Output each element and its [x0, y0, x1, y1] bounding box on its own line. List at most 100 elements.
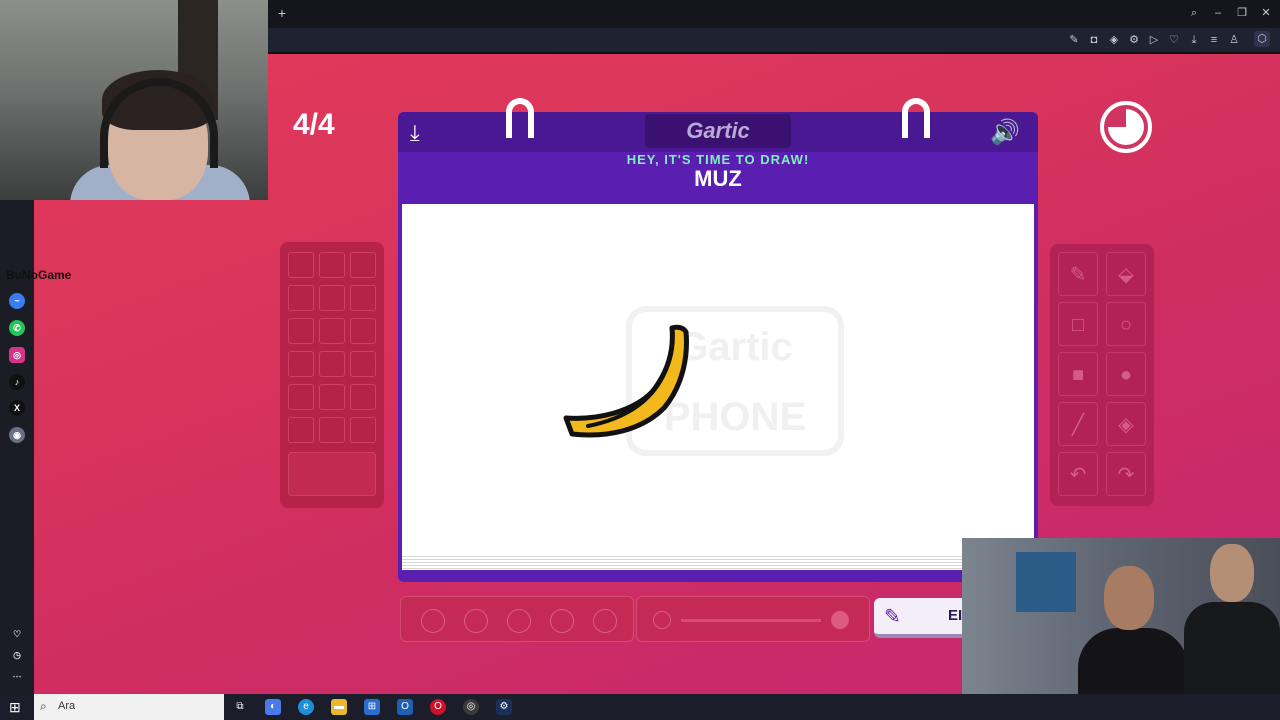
search-icon[interactable]: ⌕ [1186, 5, 1202, 21]
paper-edge [402, 554, 1034, 570]
color-swatch[interactable] [288, 252, 314, 278]
secondary-video-feed [962, 538, 1280, 720]
outlook-icon[interactable]: O [397, 699, 413, 715]
color-swatch[interactable] [319, 285, 345, 311]
camera-icon[interactable]: ◘ [1086, 32, 1102, 48]
prompt-header: Gartic HEY, IT'S TIME TO DRAW! MUZ [398, 112, 1038, 200]
task-view-icon[interactable]: ⧉ [232, 699, 248, 715]
download-icon[interactable]: ⤓ [410, 120, 420, 146]
settings-icon[interactable]: ⬡ [1254, 31, 1270, 47]
rect-outline-icon[interactable]: □ [1058, 302, 1098, 346]
video-person-head [1210, 544, 1254, 602]
brush-size-5[interactable] [593, 609, 617, 633]
taskbar-search[interactable]: ⌕ Ara [34, 694, 224, 720]
heart-icon[interactable]: ♡ [1166, 32, 1182, 48]
tiktok-icon[interactable]: ♪ [9, 374, 25, 390]
opera-gx-icon[interactable]: O [430, 699, 446, 715]
windows-start-icon[interactable]: ⊞ [9, 699, 25, 715]
whatsapp-icon[interactable]: ✆ [9, 320, 25, 336]
color-swatch[interactable] [288, 318, 314, 344]
color-swatch[interactable] [319, 351, 345, 377]
menu-icon[interactable]: ≡ [1206, 32, 1222, 48]
color-swatch[interactable] [350, 318, 376, 344]
color-swatch[interactable] [288, 351, 314, 377]
color-swatch[interactable] [350, 384, 376, 410]
brush-size-4[interactable] [550, 609, 574, 633]
edge-icon[interactable]: e [298, 699, 314, 715]
color-swatch[interactable] [288, 384, 314, 410]
opacity-min-icon [653, 611, 671, 629]
gartic-logo: Gartic [645, 114, 791, 148]
heart-icon[interactable]: ♡ [9, 626, 25, 642]
browser-address-bar: ✎ ◘ ◈ ⚙ ▷ ♡ ⤓ ≡ ♙ ⬡ [268, 28, 1280, 54]
opacity-track[interactable] [681, 619, 821, 622]
player-icon[interactable]: ◉ [9, 427, 25, 443]
color-swatch[interactable] [319, 417, 345, 443]
copilot-icon[interactable]: ◐ [265, 699, 281, 715]
color-swatch[interactable] [350, 417, 376, 443]
more-icon[interactable]: ⋯ [9, 668, 25, 684]
video-person-head [1104, 566, 1154, 630]
shield-icon[interactable]: ◈ [1106, 32, 1122, 48]
store-icon[interactable]: ⊞ [364, 699, 380, 715]
banana-shape [563, 324, 689, 438]
binder-ring-left [506, 98, 534, 138]
play-icon[interactable]: ▷ [1146, 32, 1162, 48]
download-icon[interactable]: ⤓ [1186, 32, 1202, 48]
extension-icon[interactable]: ⚙ [1126, 32, 1142, 48]
channel-label: BuNoGame [6, 268, 72, 282]
messenger-icon[interactable]: ~ [9, 293, 25, 309]
color-swatch[interactable] [350, 252, 376, 278]
tool-panel: ✎ ⬙ □ ○ ■ ● ╱ ◈ ↶ ↷ [1050, 244, 1154, 506]
word-to-draw: MUZ [694, 166, 742, 191]
webcam-feed [0, 0, 268, 200]
obs-icon[interactable]: ◎ [463, 699, 479, 715]
pencil-icon: ✎ [884, 606, 901, 628]
draw-prompt: HEY, IT'S TIME TO DRAW! [626, 152, 810, 167]
steam-icon[interactable]: ⚙ [496, 699, 512, 715]
color-swatch[interactable] [319, 252, 345, 278]
circle-fill-icon[interactable]: ● [1106, 352, 1146, 396]
selected-color-swatch[interactable] [288, 452, 376, 496]
fill-bucket-icon[interactable]: ◈ [1106, 402, 1146, 446]
x-icon[interactable]: X [9, 400, 25, 416]
circle-outline-icon[interactable]: ○ [1106, 302, 1146, 346]
color-swatch[interactable] [350, 351, 376, 377]
browser-tab-bar: + ⌕ – ❐ ✕ [268, 0, 1280, 28]
color-swatch[interactable] [288, 417, 314, 443]
history-icon[interactable]: ◷ [9, 647, 25, 663]
eraser-icon[interactable]: ⬙ [1106, 252, 1146, 296]
undo-icon[interactable]: ↶ [1058, 452, 1098, 496]
color-swatch[interactable] [350, 285, 376, 311]
brush-size-2[interactable] [464, 609, 488, 633]
pencil-icon[interactable]: ✎ [1058, 252, 1098, 296]
banana-drawing [563, 324, 689, 438]
brush-size-1[interactable] [421, 609, 445, 633]
close-icon[interactable]: ✕ [1258, 5, 1274, 21]
opacity-slider[interactable] [636, 596, 870, 642]
search-icon: ⌕ [40, 699, 47, 713]
round-counter: 4/4 [293, 108, 335, 141]
snapshot-icon[interactable]: ✎ [1066, 32, 1082, 48]
volume-icon[interactable]: 🔊 [990, 118, 1020, 147]
video-wall-poster [1016, 552, 1076, 612]
file-explorer-icon[interactable]: ▬ [331, 699, 347, 715]
instagram-icon[interactable]: ◎ [9, 347, 25, 363]
line-icon[interactable]: ╱ [1058, 402, 1098, 446]
search-placeholder: Ara [58, 700, 76, 712]
opacity-handle[interactable] [831, 611, 849, 629]
brush-size-3[interactable] [507, 609, 531, 633]
profile-icon[interactable]: ♙ [1226, 32, 1242, 48]
brush-size-selector [400, 596, 634, 642]
color-swatch[interactable] [319, 384, 345, 410]
minimize-icon[interactable]: – [1210, 5, 1226, 21]
done-button-label: EI [948, 607, 963, 624]
rect-fill-icon[interactable]: ■ [1058, 352, 1098, 396]
restore-icon[interactable]: ❐ [1234, 5, 1250, 21]
color-swatch[interactable] [288, 285, 314, 311]
binder-ring-right [902, 98, 930, 138]
color-swatch[interactable] [319, 318, 345, 344]
new-tab-icon[interactable]: + [274, 5, 290, 21]
timer-icon [1100, 101, 1152, 153]
redo-icon[interactable]: ↷ [1106, 452, 1146, 496]
